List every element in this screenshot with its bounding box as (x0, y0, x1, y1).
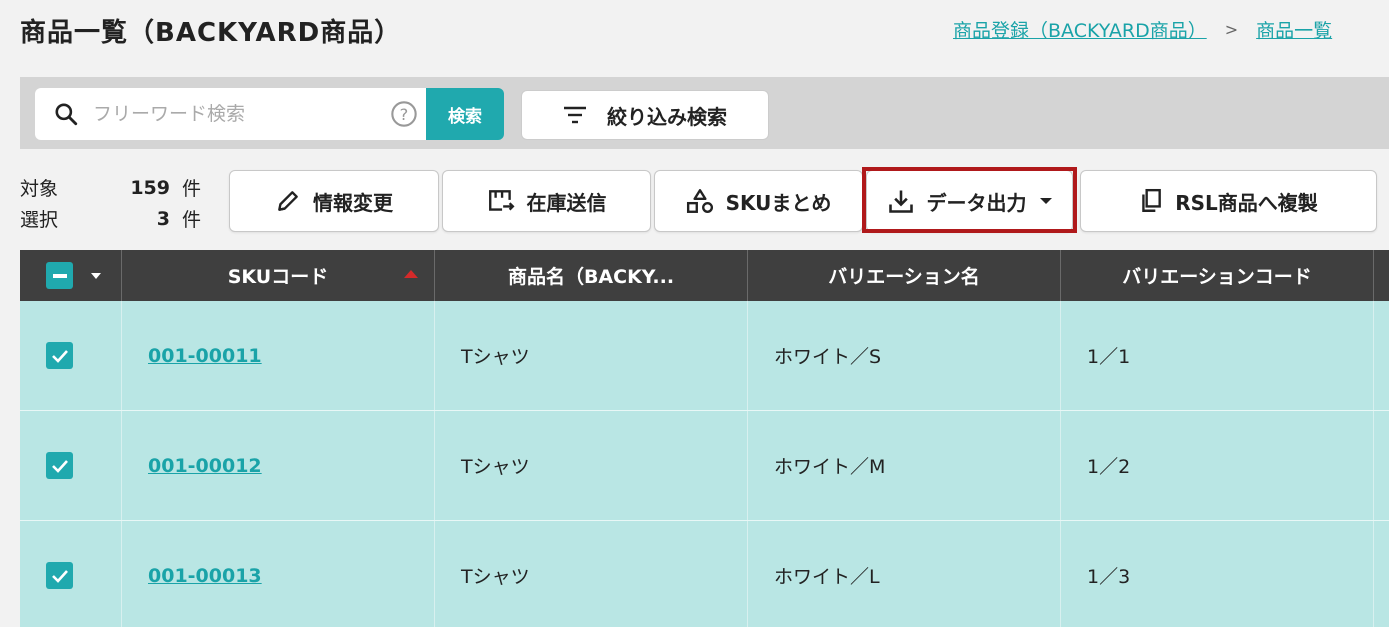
variation-code-cell: 1／1 (1061, 301, 1374, 410)
column-header-sku-label: SKUコード (227, 266, 329, 288)
copy-to-rsl-button[interactable]: RSL商品へ複製 (1080, 170, 1377, 232)
table-row[interactable]: 001-00012 Tシャツ ホワイト／M 1／2 (20, 411, 1389, 521)
column-header-product-name[interactable]: 商品名（BACKY... (435, 250, 748, 301)
row-checkbox[interactable] (46, 342, 73, 369)
sku-link[interactable]: 001-00012 (148, 455, 262, 477)
variation-code-cell: 1／3 (1061, 521, 1374, 627)
search-icon (55, 103, 78, 126)
product-name-cell: Tシャツ (435, 301, 748, 410)
breadcrumb-item-product-list[interactable]: 商品一覧 (1256, 16, 1332, 43)
caret-down-icon (1039, 198, 1052, 204)
sku-merge-label: SKUまとめ (725, 190, 832, 215)
checkmark-icon (51, 459, 68, 473)
product-table: SKUコード 商品名（BACKY... バリエーション名 バリエーションコード … (20, 250, 1389, 627)
svg-text:?: ? (400, 105, 409, 124)
select-menu-caret-icon[interactable] (90, 272, 102, 280)
target-count-value: 159 (130, 176, 170, 199)
row-checkbox[interactable] (46, 562, 73, 589)
variation-name-cell: ホワイト／S (748, 301, 1061, 410)
sku-link[interactable]: 001-00013 (148, 565, 262, 587)
table-row[interactable]: 001-00011 Tシャツ ホワイト／S 1／1 (20, 301, 1389, 411)
sku-merge-button[interactable]: SKUまとめ (654, 170, 863, 232)
table-row[interactable]: 001-00013 Tシャツ ホワイト／L 1／3 (20, 521, 1389, 627)
variation-code-cell: 1／2 (1061, 411, 1374, 520)
column-header-sku[interactable]: SKUコード (122, 250, 435, 301)
minus-icon (52, 273, 67, 278)
download-icon (888, 190, 913, 213)
breadcrumb: 商品登録（BACKYARD商品） > 商品一覧 (953, 16, 1389, 43)
filter-search-button[interactable]: 絞り込み検索 (521, 90, 769, 140)
edit-info-label: 情報変更 (313, 190, 393, 215)
sku-link[interactable]: 001-00011 (148, 345, 262, 367)
select-all-checkbox[interactable] (46, 262, 73, 289)
copy-to-rsl-label: RSL商品へ複製 (1175, 190, 1318, 215)
selected-count-unit: 件 (182, 209, 202, 231)
checkmark-icon (51, 349, 68, 363)
table-header: SKUコード 商品名（BACKY... バリエーション名 バリエーションコード (20, 250, 1389, 301)
search-box: ? (35, 88, 426, 140)
target-count-label: 対象 (20, 178, 59, 200)
copy-icon (1142, 188, 1162, 212)
variation-name-cell: ホワイト／M (748, 411, 1061, 520)
selected-count-value: 3 (156, 207, 170, 230)
checkmark-icon (51, 569, 68, 583)
search-button[interactable]: 検索 (426, 88, 504, 140)
stock-send-button[interactable]: 在庫送信 (442, 170, 651, 232)
variation-name-cell: ホワイト／L (748, 521, 1061, 627)
select-all-header (20, 250, 122, 301)
sort-ascending-icon[interactable] (404, 270, 418, 278)
data-export-label: データ出力 (926, 190, 1027, 215)
edit-info-button[interactable]: 情報変更 (229, 170, 439, 232)
record-counts: 対象 159 件 選択 3 件 (20, 172, 201, 234)
column-header-variation-code[interactable]: バリエーションコード (1061, 250, 1374, 301)
search-input[interactable] (93, 103, 383, 125)
target-count-unit: 件 (182, 178, 202, 200)
data-export-button[interactable]: データ出力 (866, 170, 1073, 232)
breadcrumb-item-product-register[interactable]: 商品登録（BACKYARD商品） (953, 16, 1207, 43)
product-name-cell: Tシャツ (435, 521, 748, 627)
selected-count-label: 選択 (20, 209, 59, 231)
filter-icon (564, 106, 586, 124)
column-header-variation-name[interactable]: バリエーション名 (748, 250, 1061, 301)
stock-send-icon (488, 190, 515, 211)
column-header-product-name-label: 商品名（BACKY... (507, 266, 675, 288)
search-band: ? 検索 絞り込み検索 (20, 77, 1389, 149)
product-name-cell: Tシャツ (435, 411, 748, 520)
column-header-variation-code-label: バリエーションコード (1122, 266, 1312, 288)
stock-send-label: 在庫送信 (526, 190, 607, 215)
help-icon[interactable]: ? (390, 100, 418, 128)
page-title: 商品一覧（BACKYARD商品） (20, 18, 402, 48)
column-header-variation-name-label: バリエーション名 (828, 266, 980, 288)
filter-search-label: 絞り込み検索 (607, 104, 727, 129)
row-checkbox[interactable] (46, 452, 73, 479)
pencil-icon (278, 191, 298, 211)
column-header-overflow (1374, 250, 1389, 301)
shapes-icon (686, 189, 713, 213)
breadcrumb-separator-icon: > (1224, 20, 1239, 39)
